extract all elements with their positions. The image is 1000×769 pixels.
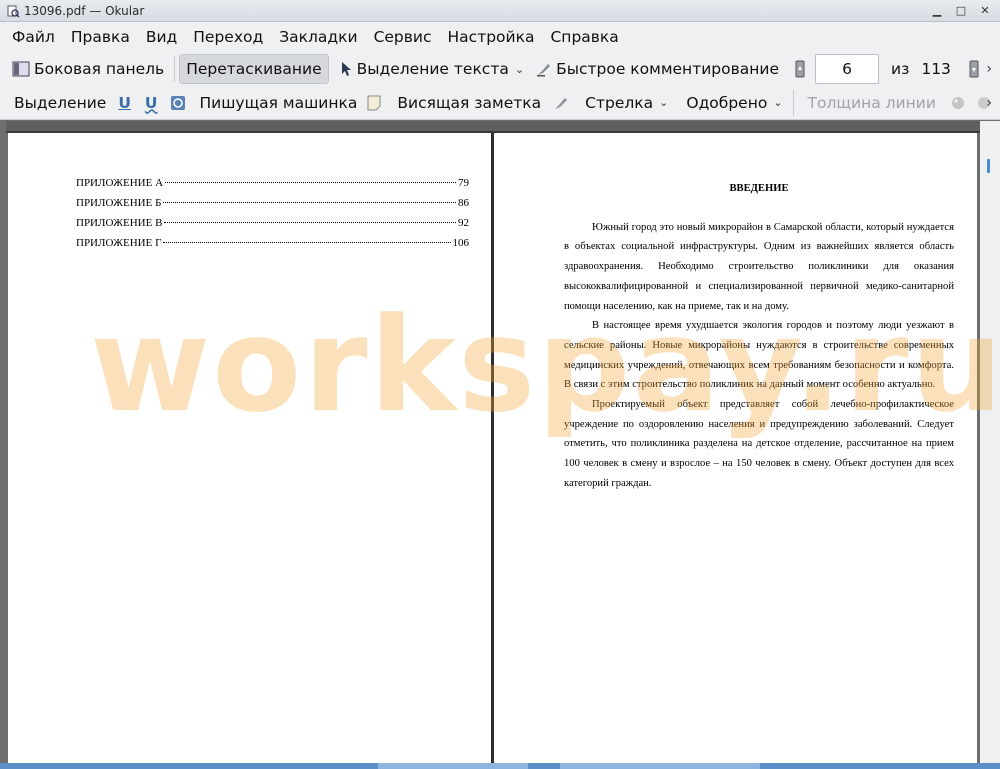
menu-edit[interactable]: Правка <box>63 24 138 50</box>
menu-help[interactable]: Справка <box>542 24 626 50</box>
line-width-button[interactable]: Толщина линии <box>802 88 942 118</box>
minimize-button[interactable]: ▁ <box>928 2 946 20</box>
toolbar-separator <box>792 89 794 116</box>
squiggle-icon[interactable]: U <box>145 94 158 112</box>
document-page-left: ПРИЛОЖЕНИЕ А 79 ПРИЛОЖЕНИЕ Б 86 ПРИЛОЖЕН… <box>8 133 491 763</box>
menu-bar: Файл Правка Вид Переход Закладки Сервис … <box>0 22 1000 52</box>
next-page-icon[interactable] <box>969 60 979 78</box>
color-icon[interactable] <box>950 95 966 111</box>
previous-page-bottom <box>6 121 980 133</box>
menu-tools[interactable]: Сервис <box>366 24 440 50</box>
note-icon[interactable] <box>367 95 381 111</box>
line-width-label: Толщина линии <box>807 93 936 112</box>
document-page-right: ВВЕДЕНИЕ Южный город это новый микрорайо… <box>494 133 977 763</box>
title-bar: 13096.pdf — Okular ▁ □ ✕ <box>0 0 1000 22</box>
toc-page: 92 <box>458 217 469 229</box>
quick-annotations-label: Быстрое комментирование <box>556 60 779 78</box>
stamp-label: Одобрено <box>686 93 768 112</box>
scroll-segment <box>378 763 528 769</box>
toc-leader <box>163 202 456 203</box>
scrollbar-thumb[interactable] <box>987 159 990 173</box>
sidebar-toggle-button[interactable]: Боковая панель <box>6 54 170 84</box>
toc-row[interactable]: ПРИЛОЖЕНИЕ В 92 <box>76 217 469 237</box>
typewriter-tool-button[interactable]: Пишущая машинка <box>194 88 364 118</box>
toolbar-overflow-icon[interactable]: › <box>986 61 992 77</box>
menu-bookmarks[interactable]: Закладки <box>271 24 365 50</box>
main-toolbar: Боковая панель Перетаскивание Выделение … <box>0 52 1000 86</box>
sidebar-label: Боковая панель <box>34 60 165 78</box>
underline-icon[interactable]: U <box>118 94 131 112</box>
section-heading: ВВЕДЕНИЕ <box>729 183 789 194</box>
cursor-icon <box>341 61 353 77</box>
toc-label: ПРИЛОЖЕНИЕ Б <box>76 197 162 209</box>
close-button[interactable]: ✕ <box>976 2 994 20</box>
toc-leader <box>164 222 456 223</box>
menu-settings[interactable]: Настройка <box>440 24 543 50</box>
window-title: 13096.pdf — Okular <box>24 3 145 18</box>
browse-tool-button[interactable]: Перетаскивание <box>179 54 329 84</box>
freehand-line-icon[interactable] <box>553 95 569 111</box>
vertical-scrollbar[interactable] <box>980 121 1000 763</box>
chevron-down-icon[interactable]: ⌄ <box>773 96 782 109</box>
paragraph: Южный город это новый микрорайон в Самар… <box>564 221 954 312</box>
chevron-down-icon[interactable]: ⌄ <box>515 63 524 76</box>
highlighter-icon <box>536 61 552 77</box>
browse-tool-label: Перетаскивание <box>186 60 322 78</box>
menu-file[interactable]: Файл <box>4 24 63 50</box>
toc-leader <box>163 242 451 243</box>
toc-leader <box>165 182 456 183</box>
maximize-button[interactable]: □ <box>952 2 970 20</box>
arrow-label: Стрелка <box>585 93 654 112</box>
annotation-toolbar: Выделение U U Пишущая машинка Висящая за… <box>0 86 1000 120</box>
toc-row[interactable]: ПРИЛОЖЕНИЕ А 79 <box>76 177 469 197</box>
page-of-label: из <box>891 60 910 78</box>
arrow-tool-button[interactable]: Стрелка ⌄ <box>579 88 674 118</box>
okular-app-icon <box>7 5 20 18</box>
document-viewport[interactable]: ПРИЛОЖЕНИЕ А 79 ПРИЛОЖЕНИЕ Б 86 ПРИЛОЖЕН… <box>0 121 1000 763</box>
paragraph: В настоящее время ухудшается экология го… <box>564 320 954 391</box>
stamp-icon[interactable] <box>170 95 186 111</box>
total-pages-label: 113 <box>921 60 951 78</box>
introduction-section: ВВЕДЕНИЕ Южный город это новый микрорайо… <box>564 179 954 494</box>
toc-page: 86 <box>458 197 469 209</box>
page-number-input[interactable]: 6 <box>815 54 879 84</box>
paragraph: Проектируемый объект представляет собой … <box>564 399 954 489</box>
quick-annotations-button[interactable]: Быстрое комментирование <box>530 54 785 84</box>
toc-row[interactable]: ПРИЛОЖЕНИЕ Б 86 <box>76 197 469 217</box>
chevron-down-icon[interactable]: ⌄ <box>659 96 668 109</box>
sidebar-icon <box>12 61 30 77</box>
previous-page-icon[interactable] <box>795 60 805 78</box>
popup-note-label: Висящая заметка <box>397 93 542 112</box>
toc-page: 79 <box>458 177 469 189</box>
menu-go[interactable]: Переход <box>185 24 271 50</box>
table-of-contents: ПРИЛОЖЕНИЕ А 79 ПРИЛОЖЕНИЕ Б 86 ПРИЛОЖЕН… <box>76 177 469 257</box>
text-select-tool-button[interactable]: Выделение текста ⌄ <box>335 54 530 84</box>
toolbar-separator <box>174 56 176 82</box>
text-select-label: Выделение текста <box>356 60 509 78</box>
popup-note-tool-button[interactable]: Висящая заметка <box>391 88 547 118</box>
stamp-tool-button[interactable]: Одобрено ⌄ <box>680 88 788 118</box>
toolbar-overflow-icon[interactable]: › <box>986 95 992 111</box>
toc-label: ПРИЛОЖЕНИЕ А <box>76 177 164 189</box>
menu-view[interactable]: Вид <box>138 24 185 50</box>
toc-page: 106 <box>452 237 470 249</box>
selection-label: Выделение <box>14 93 107 112</box>
toc-row[interactable]: ПРИЛОЖЕНИЕ Г 106 <box>76 237 469 257</box>
scroll-segment <box>560 763 760 769</box>
horizontal-scroll-strip <box>0 763 1000 769</box>
toc-label: ПРИЛОЖЕНИЕ Г <box>76 237 162 249</box>
typewriter-label: Пишущая машинка <box>199 93 358 112</box>
selection-tool-button[interactable]: Выделение <box>8 88 112 118</box>
toc-label: ПРИЛОЖЕНИЕ В <box>76 217 163 229</box>
